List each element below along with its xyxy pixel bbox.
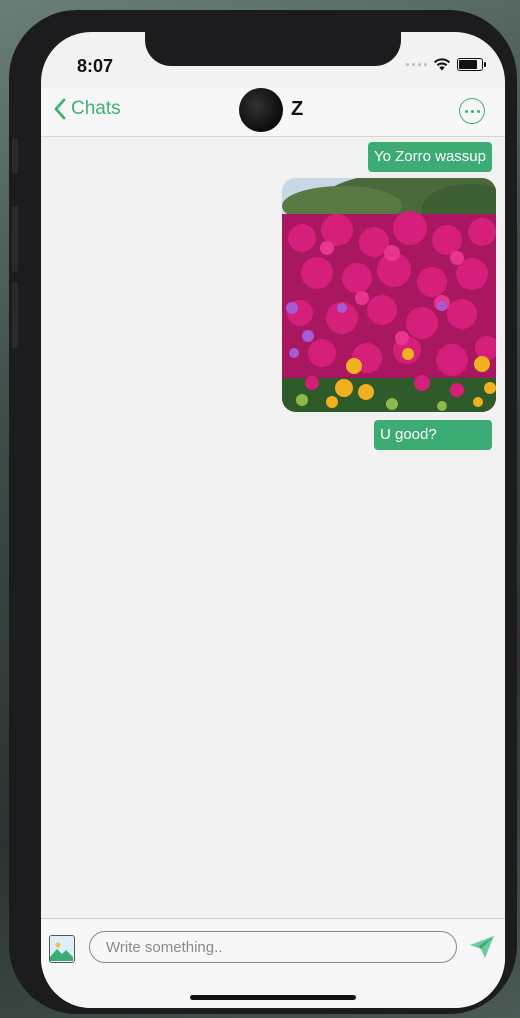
image-icon bbox=[50, 936, 73, 961]
avatar[interactable] bbox=[239, 88, 283, 132]
volume-up-button bbox=[12, 206, 18, 272]
back-label: Chats bbox=[71, 98, 121, 119]
notch bbox=[145, 32, 401, 66]
status-icons bbox=[406, 58, 486, 71]
volume-down-button bbox=[12, 282, 18, 348]
home-indicator bbox=[190, 995, 356, 1000]
composer bbox=[41, 918, 505, 1008]
contact-name: Z bbox=[291, 98, 304, 120]
mute-switch bbox=[12, 138, 18, 174]
flowers-photo bbox=[282, 178, 496, 412]
chevron-left-icon bbox=[54, 98, 66, 120]
dot-icon bbox=[470, 109, 474, 113]
phone-frame: 8:07 Chats Z Yo Zorro wassup U good? Wri… bbox=[9, 10, 517, 1014]
message-text: Yo Zorro wassup bbox=[373, 148, 486, 165]
send-button[interactable] bbox=[469, 935, 495, 959]
message-input[interactable] bbox=[89, 931, 457, 963]
chat-header: Chats Z bbox=[41, 88, 505, 137]
wifi-icon bbox=[433, 58, 451, 71]
more-options-button[interactable] bbox=[459, 98, 485, 124]
message-photo[interactable] bbox=[282, 178, 496, 412]
attach-image-button[interactable] bbox=[49, 935, 75, 963]
status-time: 8:07 bbox=[77, 56, 114, 76]
battery-icon bbox=[457, 58, 486, 71]
dot-icon bbox=[464, 109, 468, 113]
message-bubble[interactable]: U good? bbox=[374, 420, 492, 450]
message-text: U good? bbox=[380, 426, 437, 443]
back-button[interactable]: Chats bbox=[53, 98, 121, 120]
message-bubble[interactable]: Yo Zorro wassup bbox=[367, 142, 492, 172]
dot-icon bbox=[476, 109, 480, 113]
screen: 8:07 Chats Z Yo Zorro wassup U good? Wri… bbox=[41, 32, 505, 1008]
signal-icon bbox=[406, 63, 427, 66]
